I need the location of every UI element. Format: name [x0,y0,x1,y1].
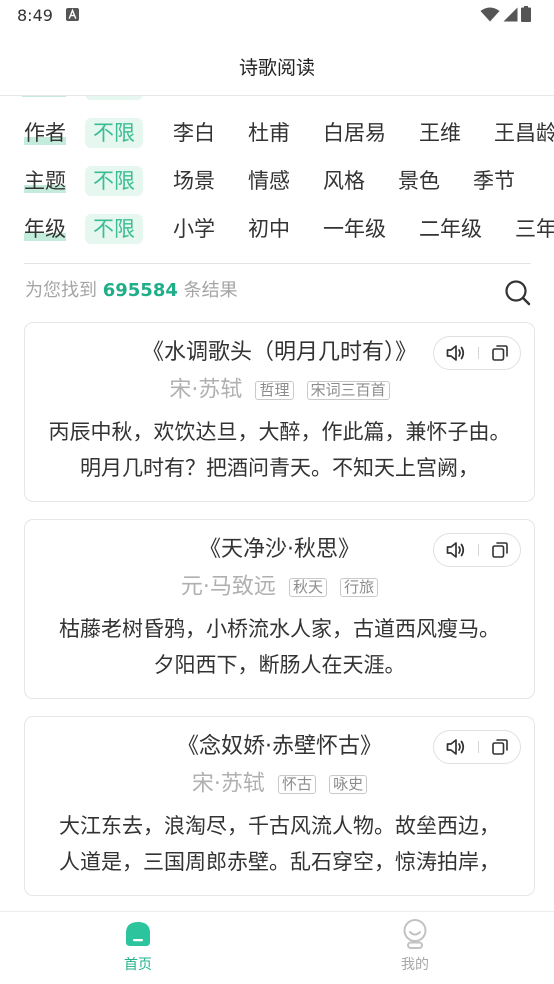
result-prefix: 为您找到 [25,280,97,301]
filter-label-highlight [22,96,66,100]
speaker-icon [446,345,464,361]
poem-author: 宋·苏轼 [191,771,265,797]
poem-meta: 宋·苏轼 哲理 宋词三百首 [25,376,534,404]
nav-label-profile: 我的 [401,957,429,973]
poem-tag[interactable]: 怀古 [277,775,316,794]
copy-button[interactable] [483,337,517,369]
copy-icon [492,739,508,755]
poem-tag[interactable]: 咏史 [329,775,368,794]
filter-chip-grade-option[interactable]: 二年级 [411,214,490,244]
filter-chip-theme-any[interactable]: 不限 [85,166,143,196]
filter-chip-theme-option[interactable]: 季节 [465,166,523,196]
copy-icon [492,542,508,558]
speaker-icon [446,739,464,755]
poem-excerpt: 大江东去，浪淘尽，千古风流人物。故垒西边， 人道是，三国周郎赤壁。乱石穿空，惊涛… [25,808,534,880]
filter-chip-grade-option[interactable]: 一年级 [315,214,394,244]
poem-line: 丙辰中秋，欢饮达旦，大醉，作此篇，兼怀子由。 [48,420,511,444]
filter-label-theme: 主题 [24,166,66,196]
result-summary: 为您找到 695584 条结果 [25,277,238,305]
battery-icon [521,6,531,22]
filter-chip-grade-any[interactable]: 不限 [85,214,143,244]
poem-author: 元·马致远 [180,574,276,600]
poem-card[interactable]: 《水调歌头（明月几时有）》 宋·苏轼 哲理 宋词三百首 丙辰中秋，欢饮达旦，大醉… [24,322,535,502]
filter-chip-grade-option[interactable]: 三年 [507,214,554,244]
profile-icon [403,919,427,949]
poem-card[interactable]: 《念奴娇·赤壁怀古》 宋·苏轼 怀古 咏史 大江东去，浪淘尽，千古风流人物。故垒… [24,716,535,896]
status-time: 8:49 [17,6,53,25]
poem-card[interactable]: 《天净沙·秋思》 元·马致远 秋天 行旅 枯藤老树昏鸦，小桥流水人家，古道西风瘦… [24,519,535,699]
read-aloud-button[interactable] [438,731,472,763]
wifi-icon [480,7,500,22]
poem-meta: 宋·苏轼 怀古 咏史 [25,770,534,798]
home-icon [126,922,150,946]
filter-chip-author-option[interactable]: 王昌龄 [486,118,554,148]
filter-row-theme: 主题 不限 场景 情感 风格 景色 季节 [0,157,554,205]
poem-line: 大江东去，浪淘尽，千古风流人物。故垒西边， [59,814,500,838]
poem-actions [433,730,521,764]
nav-tab-profile[interactable]: 我的 [365,912,465,984]
nav-tab-home[interactable]: 首页 [88,912,188,984]
poem-excerpt: 枯藤老树昏鸦，小桥流水人家，古道西风瘦马。 夕阳西下，断肠人在天涯。 [25,611,534,683]
poem-tag[interactable]: 宋词三百首 [306,381,390,400]
status-bar: 8:49 [0,0,554,32]
filter-chip-selected[interactable] [85,96,143,100]
read-aloud-button[interactable] [438,337,472,369]
read-aloud-button[interactable] [438,534,472,566]
filter-row-grade: 年级 不限 小学 初中 一年级 二年级 三年 [0,205,554,253]
speaker-icon [446,542,464,558]
poem-line: 人道是，三国周郎赤壁。乱石穿空，惊涛拍岸， [59,850,500,874]
poem-tag[interactable]: 哲理 [255,381,294,400]
actions-divider [478,544,479,556]
filter-chip-grade-option[interactable]: 初中 [240,214,298,244]
filter-chip-author-option[interactable]: 李白 [165,118,223,148]
poem-tag[interactable]: 行旅 [340,578,379,597]
filter-divider [24,263,531,264]
poem-actions [433,336,521,370]
poem-meta: 元·马致远 秋天 行旅 [25,573,534,601]
poem-author: 宋·苏轼 [169,377,243,403]
search-icon[interactable] [504,279,531,306]
copy-icon [492,345,508,361]
actions-divider [478,741,479,753]
filter-chip-theme-option[interactable]: 景色 [390,166,448,196]
result-suffix: 条结果 [183,280,238,301]
filter-row-author: 作者 不限 李白 杜甫 白居易 王维 王昌龄 [0,109,554,157]
app-header: 诗歌阅读 [0,32,554,96]
content-scroll-area[interactable]: 作者 不限 李白 杜甫 白居易 王维 王昌龄 主题 不限 场景 情感 风格 景色… [0,96,554,911]
signal-icon [503,7,518,22]
filter-chip-author-any[interactable]: 不限 [85,118,143,148]
poem-line: 枯藤老树昏鸦，小桥流水人家，古道西风瘦马。 [59,617,500,641]
filter-chip-author-option[interactable]: 杜甫 [240,118,298,148]
poem-line: 夕阳西下，断肠人在天涯。 [153,653,406,677]
page-title: 诗歌阅读 [238,57,315,79]
poem-tag[interactable]: 秋天 [288,578,327,597]
filter-chip-author-option[interactable]: 王维 [411,118,469,148]
filter-row-partial [0,96,554,109]
poem-actions [433,533,521,567]
copy-button[interactable] [483,731,517,763]
copy-button[interactable] [483,534,517,566]
nav-label-home: 首页 [124,957,152,973]
filter-chip-grade-option[interactable]: 小学 [165,214,223,244]
filter-chip-theme-option[interactable]: 情感 [240,166,298,196]
filter-chip-author-option[interactable]: 白居易 [315,118,394,148]
filter-label-grade: 年级 [24,214,66,244]
filter-chip-theme-option[interactable]: 风格 [315,166,373,196]
bottom-nav: 首页 我的 [0,911,554,984]
actions-divider [478,347,479,359]
filter-chip-theme-option[interactable]: 场景 [165,166,223,196]
a-notification-icon [66,8,79,21]
poem-excerpt: 丙辰中秋，欢饮达旦，大醉，作此篇，兼怀子由。 明月几时有？把酒问青天。不知天上宫… [25,414,534,486]
result-count: 695584 [102,280,178,301]
poem-line: 明月几时有？把酒问青天。不知天上宫阙， [80,456,479,480]
filter-label-author: 作者 [24,118,66,148]
